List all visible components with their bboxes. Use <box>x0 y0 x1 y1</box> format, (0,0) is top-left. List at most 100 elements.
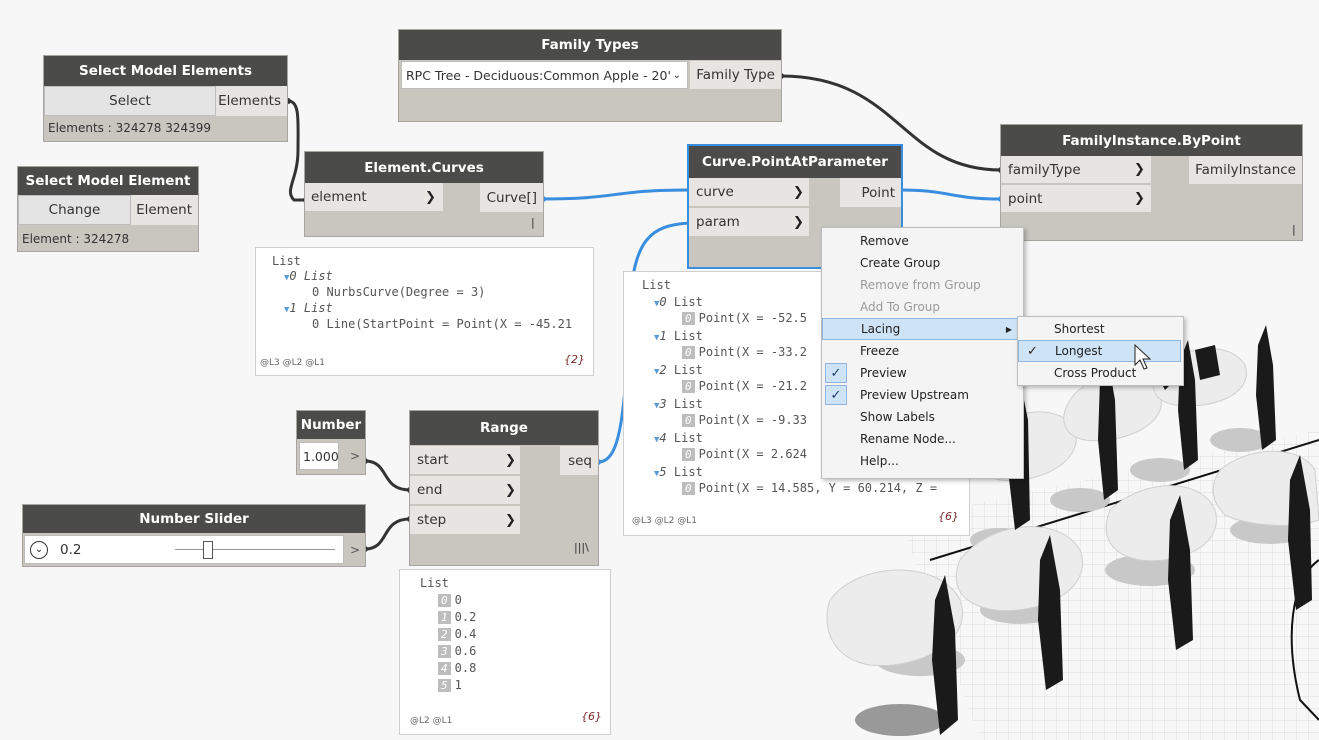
output-port-elements[interactable]: Elements <box>216 86 287 116</box>
watch-value: 00 <box>438 593 462 607</box>
output-port-slider[interactable]: > <box>345 535 365 564</box>
submenu-item-cross-product[interactable]: Cross Product <box>1018 362 1181 384</box>
input-port-start[interactable]: start ❯ <box>410 446 520 475</box>
node-title: FamilyInstance.ByPoint <box>1001 125 1302 156</box>
watch-list-item: ▼3 List <box>654 397 703 411</box>
chevron-right-icon: ❯ <box>425 189 436 205</box>
watch-count: {2} <box>564 353 585 366</box>
watch-value: 0 NurbsCurve(Degree = 3) <box>312 285 486 299</box>
lacing-indicator: | <box>1292 223 1296 236</box>
menu-item-lacing[interactable]: Lacing ▶ <box>822 318 1021 340</box>
wire-point-to-point <box>899 188 1002 201</box>
watch-value: 1 0.2 <box>438 610 476 624</box>
node-number-slider[interactable]: Number Slider ⌄ 0.2 > <box>23 505 365 566</box>
node-title: Curve.PointAtParameter <box>689 146 901 178</box>
submenu-arrow-icon: ▶ <box>1005 324 1012 334</box>
watch-value: 3 0.6 <box>438 644 476 658</box>
output-port-element[interactable]: Element <box>131 195 198 225</box>
output-port-family-type[interactable]: Family Type <box>690 61 781 89</box>
output-port-point[interactable]: Point <box>840 178 901 207</box>
watch-count: {6} <box>938 510 959 523</box>
checkmark-icon: ✓ <box>825 385 847 405</box>
dynamo-canvas[interactable]: Select Model Elements Select Elements El… <box>0 0 1319 740</box>
menu-item-freeze[interactable]: Freeze <box>822 340 1021 362</box>
watch-value: 0 Point(X = -9.33 <box>682 413 807 427</box>
wire-number-to-end <box>364 459 411 492</box>
node-range[interactable]: Range start ❯ end ❯ step ❯ seq |||\ <box>410 411 598 565</box>
family-type-dropdown[interactable]: RPC Tree - Deciduous:Common Apple - 20' … <box>401 61 688 89</box>
menu-item-preview-upstream[interactable]: ✓ Preview Upstream <box>822 384 1021 406</box>
output-port-seq[interactable]: seq <box>560 446 598 475</box>
chevron-down-icon: ⌄ <box>672 69 681 81</box>
selection-info: Elements : 324278 324399 <box>48 121 212 135</box>
input-port-point[interactable]: point ❯ <box>1001 185 1151 213</box>
input-port-element[interactable]: element ❯ <box>305 183 443 212</box>
menu-item-create-group[interactable]: Create Group <box>822 252 1021 274</box>
checkmark-icon: ✓ <box>1027 343 1038 359</box>
checkmark-icon: ✓ <box>825 363 847 383</box>
submenu-item-shortest[interactable]: Shortest <box>1018 318 1181 340</box>
port-label: param <box>696 214 740 230</box>
chevron-right-icon: ❯ <box>505 512 516 528</box>
menu-item-preview[interactable]: ✓ Preview <box>822 362 1021 384</box>
chevron-right-icon: ❯ <box>1134 162 1145 177</box>
menu-item-add-to-group[interactable]: Add To Group <box>822 296 1021 318</box>
slider-thumb[interactable] <box>203 541 213 559</box>
node-number[interactable]: Number 1.000 > <box>297 411 365 474</box>
node-select-model-element[interactable]: Select Model Element Change Element Elem… <box>18 167 198 251</box>
output-port-family-instance[interactable]: FamilyInstance <box>1189 156 1302 184</box>
menu-item-show-labels[interactable]: Show Labels <box>822 406 1021 428</box>
watch-value: 2 0.4 <box>438 627 476 641</box>
menu-item-remove[interactable]: Remove <box>822 230 1021 252</box>
node-element-curves[interactable]: Element.Curves element ❯ Curve[] | <box>305 152 543 236</box>
chevron-right-icon: ❯ <box>505 452 516 468</box>
change-button[interactable]: Change <box>18 195 131 225</box>
slider-track[interactable] <box>175 549 335 550</box>
slider-body: ⌄ 0.2 <box>24 535 344 564</box>
node-family-instance-by-point[interactable]: FamilyInstance.ByPoint familyType ❯ poin… <box>1001 125 1302 240</box>
input-port-family-type[interactable]: familyType ❯ <box>1001 156 1151 184</box>
port-label: familyType <box>1008 161 1081 178</box>
watch-value: 0 Point(X = -33.2 <box>682 345 807 359</box>
submenu-item-longest[interactable]: ✓ Longest <box>1018 340 1181 362</box>
output-port-number[interactable]: > <box>345 442 365 470</box>
watch-header: List <box>420 576 449 590</box>
dropdown-value: RPC Tree - Deciduous:Common Apple - 20' <box>406 67 671 83</box>
watch-curves: List ▼0 List 0 NurbsCurve(Degree = 3) ▼1… <box>255 247 594 376</box>
port-label: step <box>417 512 447 528</box>
wire-slider-to-step <box>364 517 411 551</box>
port-label: curve <box>696 184 734 200</box>
watch-value: 0 Point(X = 2.624 <box>682 447 807 461</box>
input-port-step[interactable]: step ❯ <box>410 506 520 535</box>
node-title: Number Slider <box>23 505 365 533</box>
watch-footer: @L3 @L2 @L1 <box>632 516 697 526</box>
input-port-end[interactable]: end ❯ <box>410 476 520 505</box>
node-select-model-elements[interactable]: Select Model Elements Select Elements El… <box>44 56 287 141</box>
watch-line: List <box>272 254 301 268</box>
port-label: end <box>417 482 443 498</box>
watch-list-item: ▼5 List <box>654 465 703 479</box>
menu-item-remove-from-group[interactable]: Remove from Group <box>822 274 1021 296</box>
output-port-curves[interactable]: Curve[] <box>480 183 543 212</box>
port-label: start <box>417 452 449 468</box>
watch-list-item: ▼1 List <box>284 301 333 315</box>
lacing-indicator: |||\ <box>574 541 589 554</box>
expand-chevron-icon[interactable]: ⌄ <box>30 541 48 559</box>
watch-count: {6} <box>581 710 602 723</box>
input-port-param[interactable]: param ❯ <box>689 208 809 237</box>
watch-value: 51 <box>438 678 462 692</box>
watch-value: 0 Point(X = -21.2 <box>682 379 807 393</box>
selection-info: Element : 324278 <box>22 232 130 246</box>
menu-item-rename-node[interactable]: Rename Node... <box>822 428 1021 450</box>
input-port-curve[interactable]: curve ❯ <box>689 178 809 207</box>
menu-item-help[interactable]: Help... <box>822 450 1021 472</box>
node-title: Number <box>297 411 365 439</box>
watch-value: 0 Point(X = 14.585, Y = 60.214, Z = <box>682 481 937 495</box>
watch-list-item: ▼0 List <box>654 295 703 309</box>
slider-value[interactable]: 0.2 <box>60 542 81 558</box>
wire-curves-to-curve <box>542 188 691 201</box>
port-label: point <box>1008 190 1043 207</box>
node-family-types[interactable]: Family Types RPC Tree - Deciduous:Common… <box>399 30 781 121</box>
select-button[interactable]: Select <box>44 86 216 116</box>
number-input[interactable]: 1.000 <box>299 442 339 470</box>
